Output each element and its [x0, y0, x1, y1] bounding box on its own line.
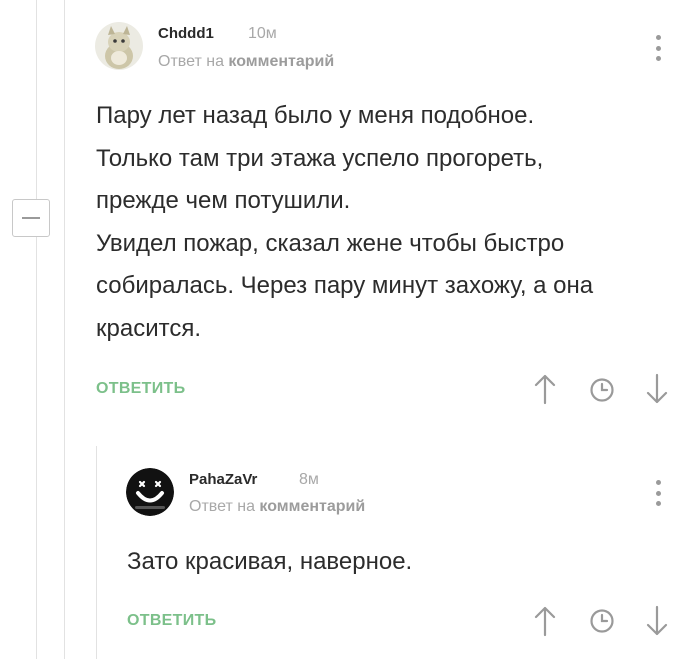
collapse-thread-button[interactable] [12, 199, 50, 237]
comment-text: Зато красивая, наверное. [127, 541, 687, 584]
reply-to-line: Ответ на комментарий [189, 498, 365, 516]
comment-time: 10м [248, 25, 277, 42]
reply-button[interactable]: ОТВЕТИТЬ [96, 380, 185, 398]
more-vertical-icon[interactable] [655, 480, 661, 506]
comment-author[interactable]: Chddd1 [158, 25, 214, 42]
comment-line: Зато красивая, наверное. [127, 548, 413, 575]
reply-to-link[interactable]: комментарий [228, 53, 334, 70]
reply-to-link[interactable]: комментарий [259, 498, 365, 515]
upvote-arrow-icon[interactable] [533, 605, 557, 637]
reply-to-prefix: Ответ на [189, 498, 255, 515]
comment-line: Только там три этажа успело прогореть, [96, 144, 544, 172]
downvote-arrow-icon[interactable] [645, 605, 669, 637]
comment-line: собиралась. Через пару минут захожу, а о… [96, 272, 594, 299]
nested-thread-line [96, 446, 97, 659]
more-vertical-icon[interactable] [655, 35, 661, 61]
comment-line: Увидел пожар, сказал жене чтобы быстро [96, 229, 565, 257]
minus-icon [22, 217, 40, 219]
avatar[interactable] [95, 22, 143, 70]
reply-to-line: Ответ на комментарий [158, 53, 334, 71]
comment-line: красится. [96, 314, 201, 342]
comment-line: Пару лет назад было у меня подобное. [96, 102, 535, 129]
thread-line [36, 236, 37, 659]
comment-text: Пару лет назад было у меня подобное. Тол… [96, 95, 686, 350]
reply-to-prefix: Ответ на [158, 53, 224, 70]
clock-icon[interactable] [589, 608, 615, 634]
avatar[interactable] [126, 468, 174, 516]
comment-line: прежде чем потушили. [96, 187, 351, 214]
reply-button[interactable]: ОТВЕТИТЬ [127, 612, 216, 630]
downvote-arrow-icon[interactable] [645, 373, 669, 405]
upvote-arrow-icon[interactable] [533, 373, 557, 405]
thread-line [36, 0, 37, 199]
comment-author[interactable]: PahaZaVr [189, 471, 257, 488]
comment-time: 8м [299, 471, 319, 488]
clock-icon[interactable] [589, 377, 615, 403]
thread-line [64, 0, 65, 659]
